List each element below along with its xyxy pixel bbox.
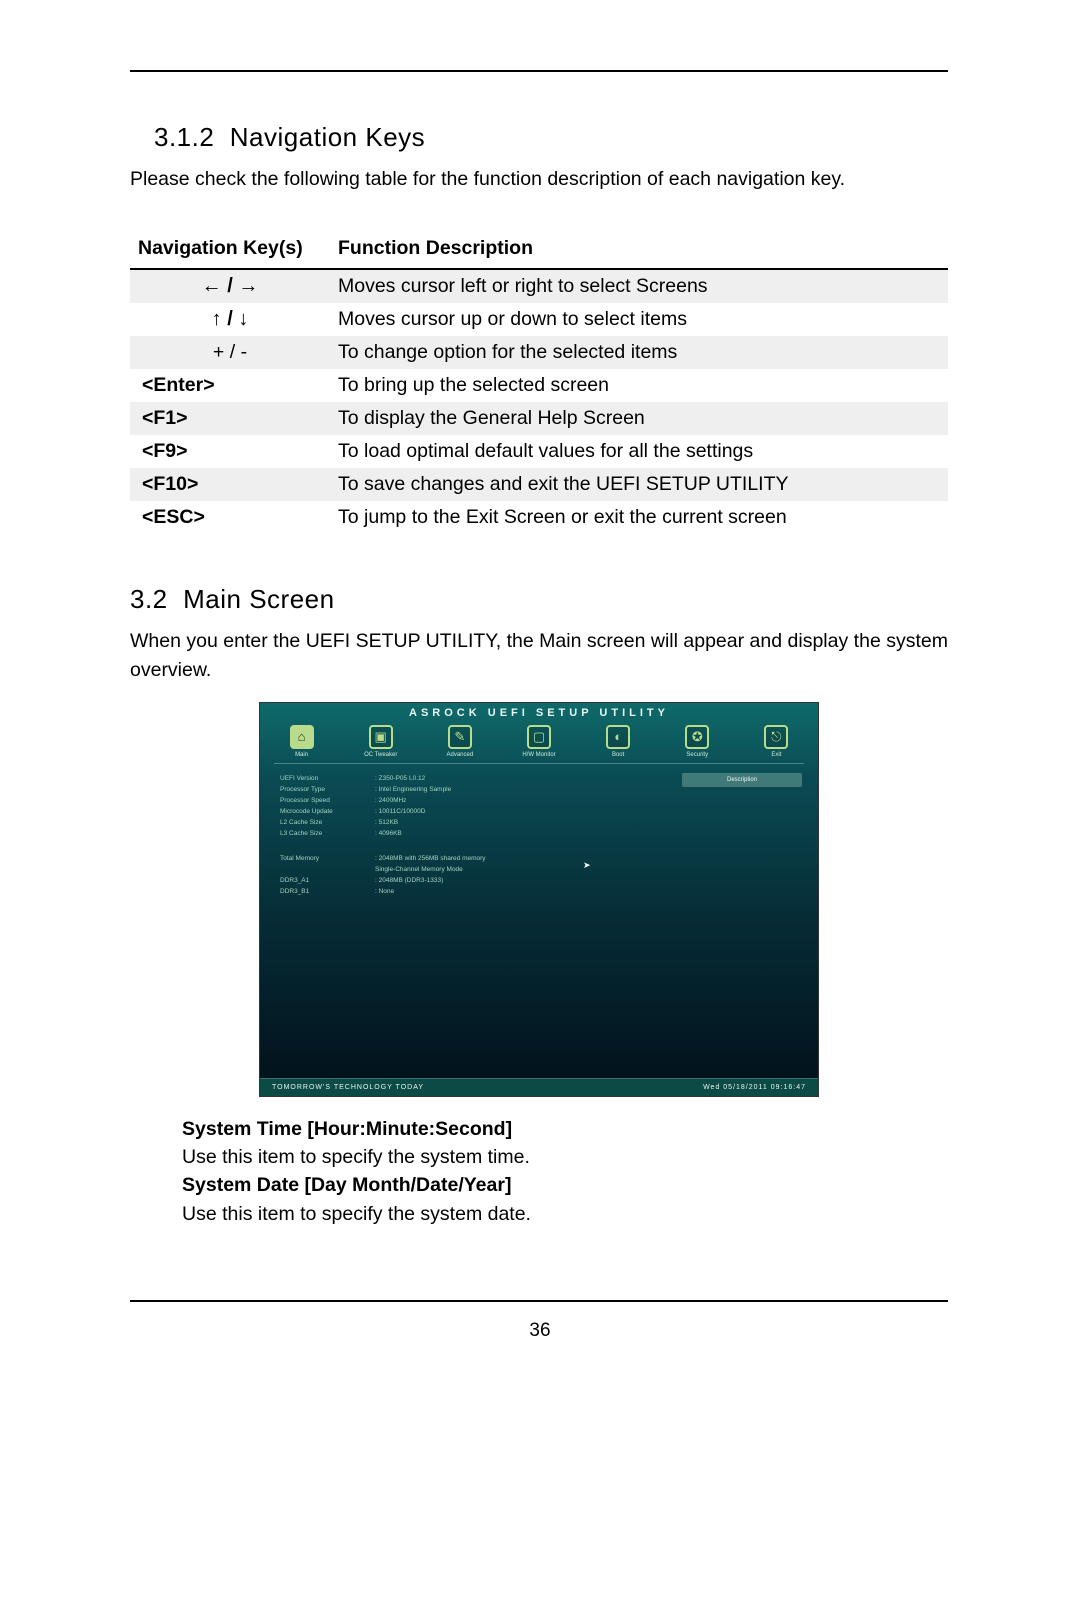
uefi-footer-left: TOMORROW'S TECHNOLOGY TODAY bbox=[272, 1084, 424, 1091]
uefi-v: : 2048MB (DDR3-1333) bbox=[375, 875, 443, 886]
key-f10: <F10> bbox=[130, 468, 330, 501]
key-up-down: ↑ / ↓ bbox=[212, 308, 249, 330]
uefi-tab-boot: ◐ Boot bbox=[591, 725, 646, 758]
table-row: ← / → Moves cursor left or right to sele… bbox=[130, 269, 948, 303]
uefi-k: UEFI Version bbox=[280, 773, 375, 784]
uefi-tab-label: Boot bbox=[612, 752, 624, 758]
desc-cell: To save changes and exit the UEFI SETUP … bbox=[330, 468, 948, 501]
table-row: <F1> To display the General Help Screen bbox=[130, 402, 948, 435]
uefi-screenshot: ASROCK UEFI SETUP UTILITY ⌂ Main ▣ OC Tw… bbox=[259, 702, 819, 1097]
heading-312-title: Navigation Keys bbox=[230, 122, 425, 152]
home-icon: ⌂ bbox=[290, 725, 314, 749]
heading-32-title: Main Screen bbox=[183, 584, 334, 614]
uefi-v: : 10011C/10000D bbox=[375, 806, 425, 817]
shield-icon: ✪ bbox=[685, 725, 709, 749]
chip-icon: ▣ bbox=[369, 725, 393, 749]
uefi-info: UEFI Version: Z350-P05 L0.12 Processor T… bbox=[280, 773, 640, 897]
desc-cell: To display the General Help Screen bbox=[330, 402, 948, 435]
uefi-tab-label: Main bbox=[295, 752, 308, 758]
uefi-v: : Z350-P05 L0.12 bbox=[375, 773, 425, 784]
uefi-tab-security: ✪ Security bbox=[670, 725, 725, 758]
heading-32-number: 3.2 bbox=[130, 584, 168, 614]
uefi-tab-label: Advanced bbox=[447, 752, 474, 758]
heading-312-number: 3.1.2 bbox=[154, 122, 214, 152]
bottom-rule bbox=[130, 1300, 948, 1302]
uefi-tab-hw: ▢ H/W Monitor bbox=[511, 725, 566, 758]
heading-312: 3.1.2 Navigation Keys bbox=[154, 122, 948, 153]
key-f1: <F1> bbox=[130, 402, 330, 435]
uefi-tab-advanced: ✎ Advanced bbox=[432, 725, 487, 758]
monitor-icon: ▢ bbox=[527, 725, 551, 749]
uefi-v: : None bbox=[375, 886, 394, 897]
uefi-tab-oc: ▣ OC Tweaker bbox=[353, 725, 408, 758]
system-time-desc: Use this item to specify the system time… bbox=[182, 1143, 948, 1171]
uefi-k: L2 Cache Size bbox=[280, 817, 375, 828]
heading-32: 3.2 Main Screen bbox=[130, 584, 948, 615]
uefi-v: : 4096KB bbox=[375, 828, 402, 839]
uefi-k: Processor Type bbox=[280, 784, 375, 795]
uefi-k: L3 Cache Size bbox=[280, 828, 375, 839]
uefi-k: Total Memory bbox=[280, 853, 375, 864]
nav-keys-header-row: Navigation Key(s) Function Description bbox=[130, 233, 948, 269]
desc-cell: To change option for the selected items bbox=[330, 336, 948, 369]
uefi-tabs: ⌂ Main ▣ OC Tweaker ✎ Advanced ▢ H/W Mon… bbox=[274, 725, 804, 758]
uefi-k: Microcode Update bbox=[280, 806, 375, 817]
tool-icon: ✎ bbox=[448, 725, 472, 749]
table-row: <ESC> To jump to the Exit Screen or exit… bbox=[130, 501, 948, 534]
system-date-heading: System Date [Day Month/Date/Year] bbox=[182, 1171, 948, 1199]
uefi-description-box: Description bbox=[682, 773, 802, 787]
uefi-v: : 2048MB with 256MB shared memory bbox=[375, 853, 486, 864]
table-row: <F10> To save changes and exit the UEFI … bbox=[130, 468, 948, 501]
uefi-footer: TOMORROW'S TECHNOLOGY TODAY Wed 05/18/20… bbox=[260, 1078, 818, 1096]
table-row: ↑ / ↓ Moves cursor up or down to select … bbox=[130, 303, 948, 336]
desc-cell: To load optimal default values for all t… bbox=[330, 435, 948, 468]
key-f9: <F9> bbox=[130, 435, 330, 468]
power-icon: ◐ bbox=[606, 725, 630, 749]
uefi-v: : 512KB bbox=[375, 817, 398, 828]
key-esc: <ESC> bbox=[130, 501, 330, 534]
uefi-v: Single-Channel Memory Mode bbox=[375, 864, 463, 875]
uefi-k bbox=[280, 864, 375, 875]
page-number: 36 bbox=[0, 1320, 1080, 1342]
uefi-tab-main: ⌂ Main bbox=[274, 725, 329, 758]
key-plus-minus: + / - bbox=[213, 341, 247, 363]
top-rule bbox=[130, 70, 948, 72]
system-date-desc: Use this item to specify the system date… bbox=[182, 1200, 948, 1228]
uefi-v: : Intel Engineering Sample bbox=[375, 784, 451, 795]
uefi-title: ASROCK UEFI SETUP UTILITY bbox=[260, 707, 818, 719]
desc-cell: To bring up the selected screen bbox=[330, 369, 948, 402]
nav-keys-table: Navigation Key(s) Function Description ←… bbox=[130, 233, 948, 534]
key-left-right: ← / → bbox=[202, 275, 259, 297]
system-time-heading: System Time [Hour:Minute:Second] bbox=[182, 1115, 948, 1143]
key-enter: <Enter> bbox=[130, 369, 330, 402]
uefi-tab-exit: ⎋ Exit bbox=[749, 725, 804, 758]
uefi-footer-right: Wed 05/18/2011 09:16:47 bbox=[703, 1084, 806, 1091]
uefi-tab-label: Exit bbox=[771, 752, 781, 758]
uefi-tab-label: Security bbox=[686, 752, 708, 758]
table-row: + / - To change option for the selected … bbox=[130, 336, 948, 369]
table-row: <F9> To load optimal default values for … bbox=[130, 435, 948, 468]
cursor-icon: ➤ bbox=[583, 860, 591, 871]
uefi-v: : 2400MHz bbox=[375, 795, 406, 806]
desc-cell: Moves cursor left or right to select Scr… bbox=[330, 269, 948, 303]
intro-312: Please check the following table for the… bbox=[130, 165, 948, 193]
exit-icon: ⎋ bbox=[764, 725, 788, 749]
uefi-divider bbox=[274, 763, 804, 764]
uefi-tab-label: OC Tweaker bbox=[364, 752, 397, 758]
intro-32: When you enter the UEFI SETUP UTILITY, t… bbox=[130, 627, 948, 684]
uefi-k: DDR3_A1 bbox=[280, 875, 375, 886]
desc-cell: Moves cursor up or down to select items bbox=[330, 303, 948, 336]
uefi-tab-label: H/W Monitor bbox=[522, 752, 555, 758]
uefi-k: Processor Speed bbox=[280, 795, 375, 806]
th-keys: Navigation Key(s) bbox=[130, 233, 330, 269]
th-desc: Function Description bbox=[330, 233, 948, 269]
desc-cell: To jump to the Exit Screen or exit the c… bbox=[330, 501, 948, 534]
uefi-k: DDR3_B1 bbox=[280, 886, 375, 897]
system-settings-block: System Time [Hour:Minute:Second] Use thi… bbox=[182, 1115, 948, 1228]
table-row: <Enter> To bring up the selected screen bbox=[130, 369, 948, 402]
